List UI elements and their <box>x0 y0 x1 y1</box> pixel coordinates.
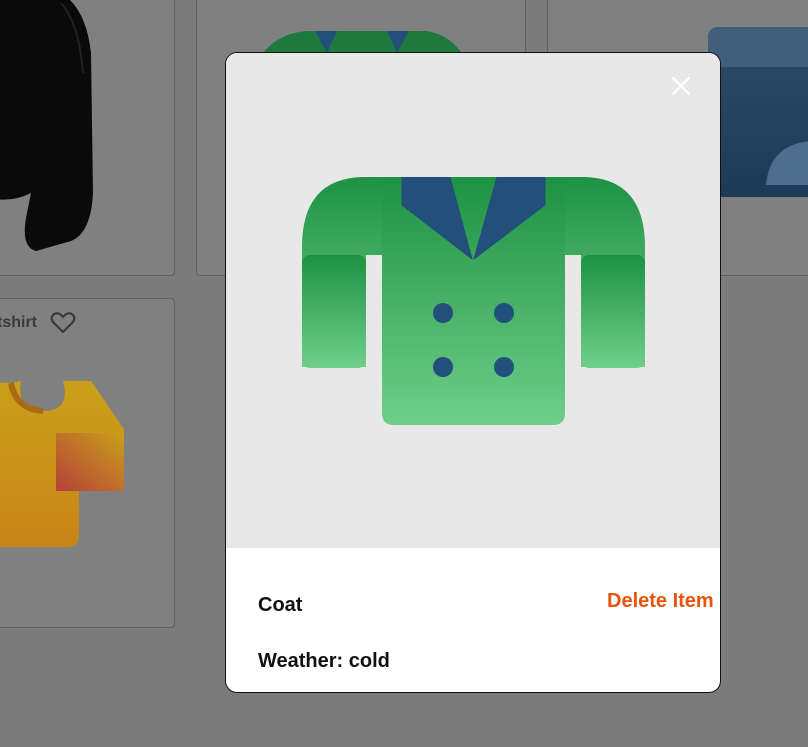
item-image-area <box>226 53 720 548</box>
close-icon[interactable] <box>666 71 696 101</box>
delete-item-button[interactable]: Delete Item <box>607 590 714 613</box>
weather-value: cold <box>348 650 390 672</box>
coat-icon <box>302 177 645 425</box>
item-name: Coat <box>258 594 303 616</box>
weather-row: Weather: cold <box>258 650 390 673</box>
item-detail-modal: Coat Delete Item Weather: cold <box>225 52 721 693</box>
weather-label: Weather: <box>258 650 344 672</box>
